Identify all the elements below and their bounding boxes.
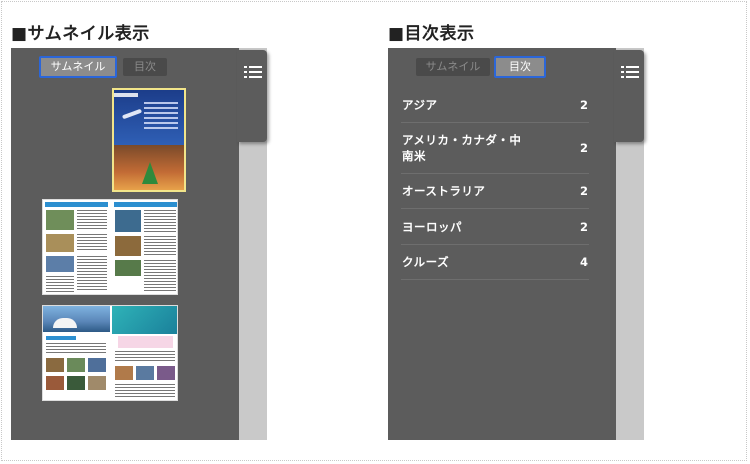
toc-item-count: 2 [579, 98, 588, 112]
thumbnail-panel-main: サムネイル 目次 [11, 48, 239, 440]
toc-item[interactable]: アジア 2 [401, 88, 589, 123]
cover-thumbnail[interactable] [112, 88, 186, 192]
toc-item-label: アジア [402, 98, 438, 112]
thumbnail-panel: サムネイル 目次 [11, 48, 267, 440]
cover-tree [142, 162, 158, 184]
spread-thumbnail-2[interactable] [42, 305, 178, 401]
view-toggle: サムネイル 目次 [39, 56, 167, 78]
spread-1-right-page [112, 200, 177, 294]
toc-toggle-button[interactable]: 目次 [123, 58, 167, 76]
thumbnail-toggle-button[interactable]: サムネイル [39, 56, 117, 78]
toc-item-label: クルーズ [402, 255, 450, 269]
thumbnail-view-title: ■サムネイル表示 [11, 24, 150, 44]
cover-title-text [144, 102, 178, 132]
spread-2-right-page [112, 306, 177, 400]
toc-item[interactable]: ヨーロッパ 2 [401, 209, 589, 245]
toc-view-title: ■目次表示 [388, 24, 475, 44]
toc-item-count: 2 [579, 219, 588, 234]
toc-panel: サムネイル 目次 アジア 2 アメリカ・カナダ・中南米 2 オーストラリア 2 … [388, 48, 644, 440]
toc-item-label: アメリカ・カナダ・中南米 [402, 133, 522, 163]
toc-panel-main: サムネイル 目次 アジア 2 アメリカ・カナダ・中南米 2 オーストラリア 2 … [388, 48, 616, 440]
toc-item[interactable]: オーストラリア 2 [401, 174, 589, 209]
toc-item[interactable]: アメリカ・カナダ・中南米 2 [401, 123, 589, 174]
toc-item[interactable]: クルーズ 4 [401, 245, 589, 280]
spread-1-left-page [43, 200, 110, 294]
view-toggle: サムネイル 目次 [416, 56, 546, 78]
spread-thumbnail-1[interactable] [42, 199, 178, 295]
menu-tab[interactable] [237, 50, 267, 142]
spread-2-left-page [43, 306, 110, 400]
cover-logo [114, 93, 138, 97]
toc-item-count: 4 [579, 255, 588, 269]
thumbnail-toggle-button[interactable]: サムネイル [416, 58, 490, 76]
toc-item-count: 2 [579, 141, 588, 155]
toc-item-label: オーストラリア [402, 184, 486, 198]
menu-tab[interactable] [614, 50, 644, 142]
toc-toggle-button[interactable]: 目次 [494, 56, 546, 78]
toc-item-label: ヨーロッパ [402, 219, 462, 234]
toc-list: アジア 2 アメリカ・カナダ・中南米 2 オーストラリア 2 ヨーロッパ 2 ク… [401, 88, 589, 280]
toc-item-count: 2 [579, 184, 588, 198]
list-icon[interactable] [244, 65, 262, 79]
list-icon[interactable] [621, 65, 639, 79]
